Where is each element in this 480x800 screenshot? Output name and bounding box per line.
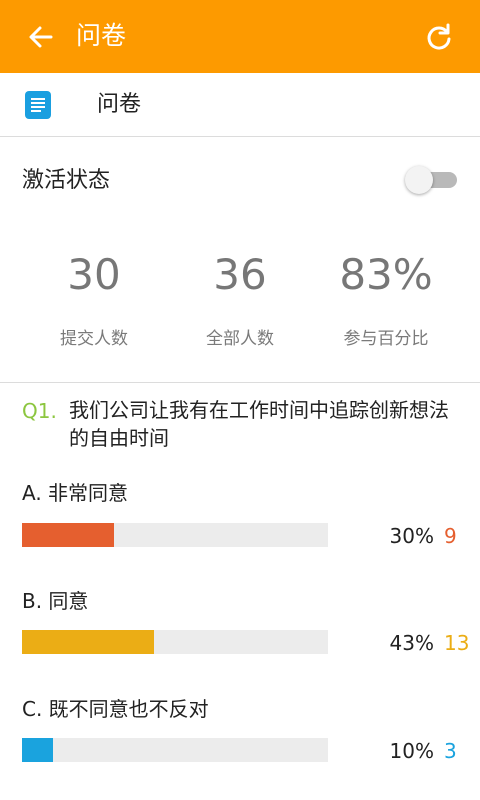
option-percent: 30% [389, 524, 434, 548]
option-bar-fill [22, 738, 53, 762]
stat-value: 83% [339, 250, 433, 299]
app-bar: 问卷 [0, 0, 480, 73]
option-bar-track [22, 630, 328, 654]
question-text: 我们公司让我有在工作时间中追踪创新想法的自由时间 [69, 398, 449, 450]
stat-percentage: 83% 参与百分比 [306, 240, 466, 354]
option-bar-track [22, 738, 328, 762]
questionnaire-header: 问卷 [0, 73, 480, 137]
stats-panel: 30 提交人数 36 全部人数 83% 参与百分比 [0, 240, 480, 370]
activation-toggle[interactable] [405, 166, 457, 194]
document-icon [25, 91, 51, 119]
option-label: B. 同意 [22, 589, 89, 613]
back-button[interactable] [24, 20, 58, 54]
toggle-knob [405, 166, 433, 194]
refresh-button[interactable] [422, 20, 456, 54]
arrow-left-icon [29, 26, 53, 48]
stat-label: 参与百分比 [343, 329, 429, 349]
option-label: A. 非常同意 [22, 481, 129, 505]
questionnaire-title: 问卷 [97, 92, 142, 117]
option-label: C. 既不同意也不反对 [22, 697, 209, 721]
option-percent: 10% [389, 739, 434, 763]
stat-total: 36 全部人数 [160, 240, 320, 354]
option-bar-fill [22, 523, 114, 547]
stat-value: 30 [67, 250, 121, 299]
refresh-icon [427, 23, 451, 50]
stat-submitted: 30 提交人数 [14, 240, 174, 354]
option-bar-track [22, 523, 328, 547]
stat-label: 提交人数 [60, 329, 128, 349]
option-percent: 43% [389, 631, 434, 655]
divider [0, 382, 480, 383]
option-count: 3 [444, 739, 457, 763]
option-count: 13 [444, 631, 470, 655]
activation-label: 激活状态 [22, 168, 111, 193]
app-bar-title: 问卷 [76, 21, 127, 50]
option-count: 9 [444, 524, 457, 548]
option-bar-fill [22, 630, 154, 654]
stat-label: 全部人数 [206, 329, 274, 349]
question-number: Q1. [22, 399, 57, 423]
stat-value: 36 [213, 250, 267, 299]
